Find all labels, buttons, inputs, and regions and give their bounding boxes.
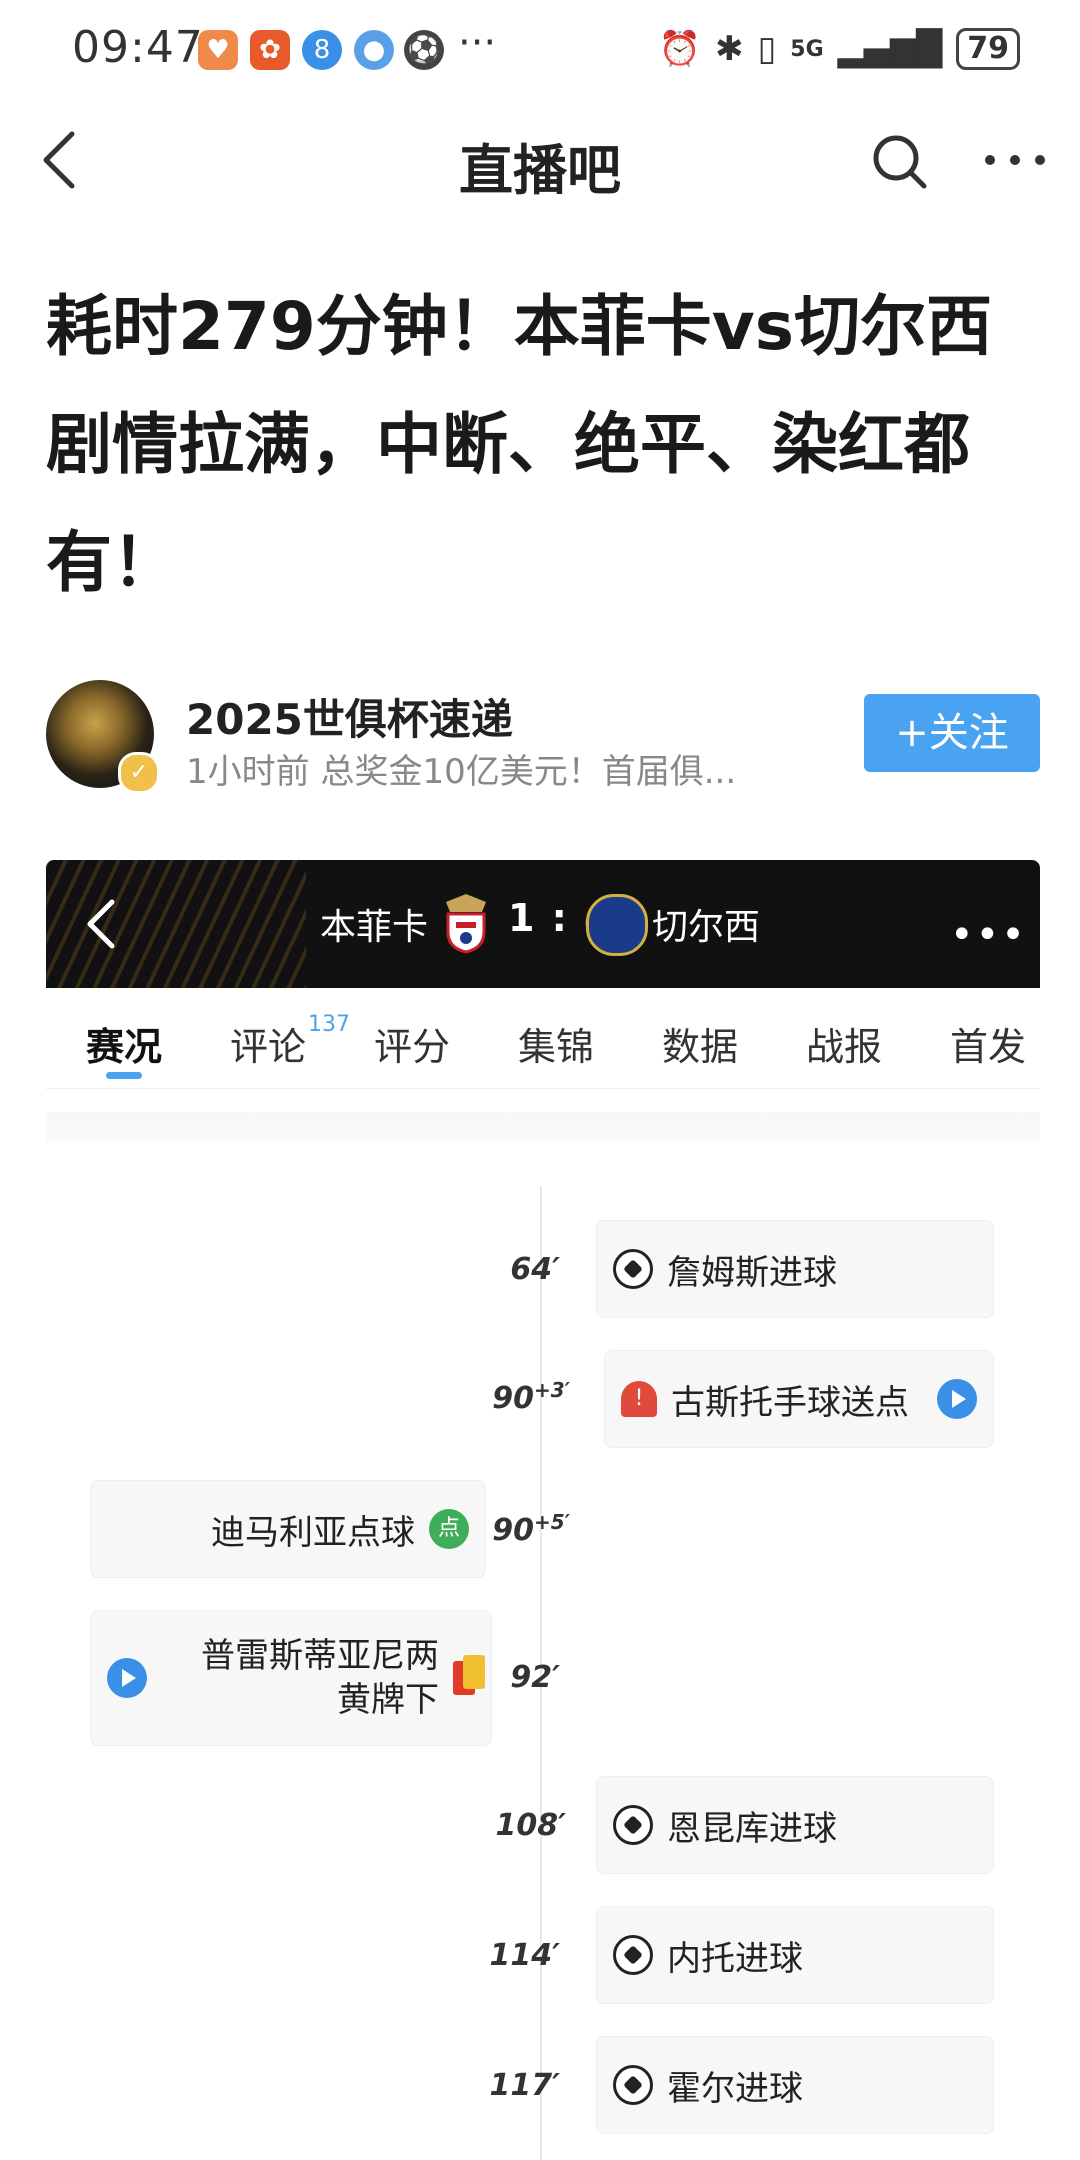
app-notification-icon: ✿: [250, 30, 290, 70]
ball-icon: [613, 1249, 653, 1289]
event-minute: 64′: [510, 1252, 560, 1287]
event-minute: 90+5′: [492, 1510, 570, 1548]
battery-indicator: 79: [956, 28, 1020, 70]
event-minute: 114′: [489, 1938, 560, 1973]
timeline-event[interactable]: 内托进球: [596, 1906, 994, 2004]
more-notifications-icon: ···: [458, 20, 497, 66]
tab-ratings[interactable]: 评分: [374, 1016, 450, 1071]
timeline-event[interactable]: ! 古斯托手球送点: [604, 1350, 994, 1448]
event-text: 霍尔进球: [667, 2068, 803, 2109]
divider: [46, 1088, 1040, 1089]
event-text: 普雷斯蒂亚尼两 黄牌下: [201, 1636, 439, 1720]
chelsea-logo-icon: [586, 894, 648, 956]
ball-icon: [613, 1805, 653, 1845]
event-minute: 108′: [495, 1808, 566, 1843]
timeline-event[interactable]: 普雷斯蒂亚尼两 黄牌下: [90, 1610, 492, 1746]
app-notification-icon: ●: [354, 30, 394, 70]
tab-lineup[interactable]: 首发: [950, 1016, 1026, 1071]
tab-highlights[interactable]: 集锦: [518, 1016, 594, 1071]
verified-badge-icon: ✓: [118, 752, 160, 794]
article-title: 耗时279分钟！本菲卡vs切尔西剧情拉满，中断、绝平、染红都有！: [46, 288, 993, 601]
home-team-name[interactable]: 本菲卡: [320, 898, 428, 950]
tab-live[interactable]: 赛况: [86, 1016, 162, 1071]
event-minute: 117′: [489, 2068, 560, 2103]
system-icons: ⏰ ✱ ▯ 5G ▂▄▆█ 79: [659, 28, 1020, 70]
timeline-event[interactable]: 霍尔进球: [596, 2036, 994, 2134]
penalty-icon: 点: [429, 1509, 469, 1549]
tab-stats[interactable]: 数据: [662, 1016, 738, 1071]
search-icon[interactable]: [870, 132, 930, 192]
author-name[interactable]: 2025世俱杯速递: [186, 686, 513, 747]
vibrate-icon: ▯: [757, 29, 777, 69]
author-meta: 1小时前 总奖金10亿美元！首届俱...: [186, 752, 737, 792]
alarm-clock-icon: ⏰: [658, 29, 702, 69]
tab-report[interactable]: 战报: [806, 1016, 882, 1071]
match-back-icon[interactable]: [76, 892, 126, 956]
match-more-icon[interactable]: •••: [950, 912, 1027, 958]
red-card-icon: [453, 1655, 485, 1695]
ball-icon: [613, 1935, 653, 1975]
benfica-logo-icon: [446, 894, 486, 954]
comment-count-badge: 137: [308, 1012, 351, 1037]
event-text: 詹姆斯进球: [667, 1252, 837, 1293]
tab-comments[interactable]: 评论137: [230, 1012, 350, 1071]
match-header: 本菲卡 1 : 4 切尔西 •••: [46, 860, 1040, 988]
play-video-icon[interactable]: [937, 1379, 977, 1419]
event-text: 迪马利亚点球: [211, 1512, 415, 1553]
ball-icon: [613, 2065, 653, 2105]
event-text: 内托进球: [667, 1938, 803, 1979]
event-text: 古斯托手球送点: [671, 1382, 909, 1423]
status-time: 09:47: [72, 22, 204, 73]
play-video-icon[interactable]: [107, 1658, 147, 1698]
app-notification-icon: ⚽: [404, 30, 444, 70]
timeline-event[interactable]: 迪马利亚点球 点: [90, 1480, 486, 1578]
timeline-event[interactable]: 恩昆库进球: [596, 1776, 994, 1874]
event-minute: 90+3′: [492, 1378, 570, 1416]
network-type: 5G: [790, 36, 824, 62]
alarm-icon: !: [621, 1381, 657, 1417]
follow-button[interactable]: +关注: [864, 694, 1040, 772]
status-bar: 09:47 ♥ ✿ 8 ● ⚽ ··· ⏰ ✱ ▯ 5G ▂▄▆█ 79: [0, 0, 1080, 100]
event-text: 恩昆库进球: [667, 1808, 837, 1849]
more-icon[interactable]: [980, 140, 1050, 180]
divider: [46, 1112, 1040, 1142]
match-tabs: 赛况 评论137 评分 集锦 数据 战报 首发: [46, 1000, 1040, 1090]
signal-icon: ▂▄▆█: [837, 29, 943, 69]
app-notification-icon: 8: [302, 30, 342, 70]
active-tab-indicator: [106, 1072, 142, 1079]
away-team-name[interactable]: 切尔西: [652, 898, 760, 950]
bluetooth-icon: ✱: [715, 29, 744, 69]
timeline-event[interactable]: 詹姆斯进球: [596, 1220, 994, 1318]
app-notification-icon: ♥: [198, 30, 238, 70]
